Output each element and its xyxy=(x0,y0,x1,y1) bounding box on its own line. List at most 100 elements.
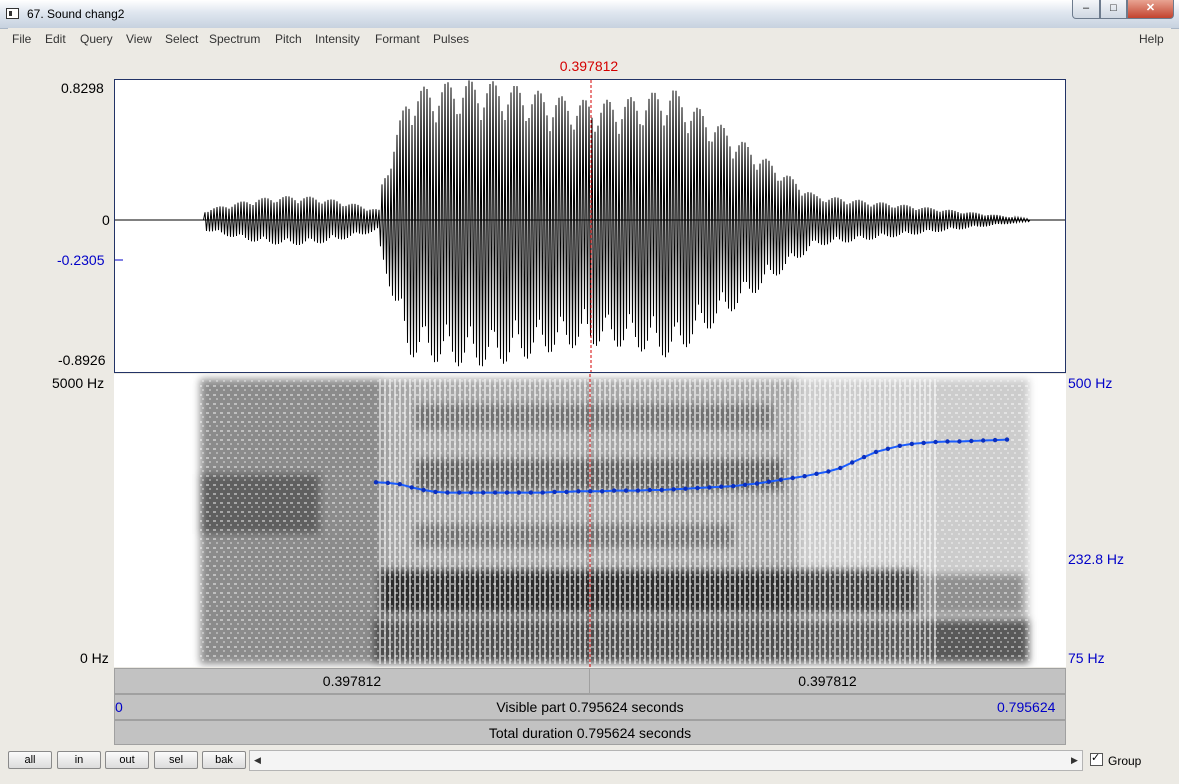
menu-pitch[interactable]: Pitch xyxy=(275,32,302,46)
zoom-out-button[interactable]: out xyxy=(105,751,149,769)
window-title: 67. Sound chang2 xyxy=(27,7,125,21)
pitch-point xyxy=(695,485,700,491)
waveform-svg xyxy=(115,80,1065,372)
pitch-point xyxy=(802,474,807,479)
pitch-point xyxy=(504,490,510,495)
spectrogram-freq-max-label: 5000 Hz xyxy=(52,375,105,391)
pitch-point xyxy=(707,485,712,490)
pitch-point xyxy=(933,439,938,445)
checkbox-checked-icon[interactable] xyxy=(1090,751,1103,766)
pitch-point xyxy=(492,490,498,495)
pitch-min-label: 75 Hz xyxy=(1068,650,1105,666)
pitch-point xyxy=(469,490,474,495)
praat-sound-editor-window: 67. Sound chang2 – □ ✕ File Edit Query V… xyxy=(0,0,1179,784)
pitch-point xyxy=(861,454,867,460)
pitch-point xyxy=(516,490,522,495)
zoom-sel-button[interactable]: sel xyxy=(154,751,198,769)
menu-help[interactable]: Help xyxy=(1139,32,1164,46)
pitch-point xyxy=(552,489,557,495)
pitch-point xyxy=(671,487,676,492)
pitch-point xyxy=(909,441,914,447)
pitch-point xyxy=(373,480,379,485)
pitch-point xyxy=(421,487,426,493)
pitch-point xyxy=(397,482,402,487)
pitch-point xyxy=(873,449,879,455)
time-segment-left[interactable]: 0.397812 xyxy=(114,668,590,694)
spectrogram-panel[interactable] xyxy=(114,374,1066,667)
waveform-y-max-label: 0.8298 xyxy=(61,80,104,96)
waveform-y-cursor-label: -0.2305 xyxy=(57,252,105,268)
scroll-left-icon[interactable]: ◀ xyxy=(250,751,265,770)
time-segment-right[interactable]: 0.397812 xyxy=(589,668,1066,694)
pitch-point xyxy=(385,480,391,486)
menu-spectrum[interactable]: Spectrum xyxy=(209,32,260,46)
menu-pulses[interactable]: Pulses xyxy=(433,32,469,46)
pitch-current-label: 232.8 Hz xyxy=(1068,551,1125,567)
pitch-point xyxy=(731,483,736,489)
pitch-point xyxy=(409,485,414,490)
group-checkbox[interactable]: Group xyxy=(1090,751,1142,768)
menu-formant[interactable]: Formant xyxy=(375,32,420,46)
menu-intensity[interactable]: Intensity xyxy=(315,32,360,46)
pitch-point xyxy=(611,488,617,493)
group-label: Group xyxy=(1108,754,1142,768)
pitch-point xyxy=(766,479,772,484)
waveform-y-min-label: -0.8926 xyxy=(58,352,106,368)
pitch-point xyxy=(992,437,998,443)
pitch-point xyxy=(838,465,843,471)
app-icon xyxy=(6,8,19,19)
pitch-point xyxy=(600,489,605,494)
minimize-button[interactable]: – xyxy=(1072,0,1100,19)
waveform-panel[interactable] xyxy=(114,79,1066,373)
menu-view[interactable]: View xyxy=(126,32,152,46)
time-segment-right-label: 0.397812 xyxy=(798,673,857,689)
pitch-point xyxy=(433,489,438,495)
zoom-back-button[interactable]: bak xyxy=(202,751,246,769)
pitch-point xyxy=(683,486,688,491)
waveform-y-zero-label: 0 xyxy=(102,212,110,228)
pitch-point xyxy=(564,489,569,495)
pitch-point xyxy=(754,481,760,486)
pitch-point xyxy=(623,488,629,493)
pitch-point xyxy=(790,475,795,481)
pitch-point xyxy=(957,439,962,444)
menu-select[interactable]: Select xyxy=(165,32,198,46)
pitch-point xyxy=(897,443,902,448)
visible-part-bar[interactable]: Visible part 0.795624 seconds xyxy=(114,694,1066,720)
pitch-point xyxy=(647,487,652,493)
cursor-time-label: 0.397812 xyxy=(559,58,619,74)
pitch-point xyxy=(885,446,891,451)
close-button[interactable]: ✕ xyxy=(1127,0,1174,19)
pitch-point xyxy=(576,489,581,494)
visible-part-label: Visible part 0.795624 seconds xyxy=(496,699,684,715)
spectrogram-striations xyxy=(379,379,939,664)
pitch-point xyxy=(588,489,593,494)
pitch-point xyxy=(814,471,819,476)
horizontal-scrollbar[interactable]: ◀ ▶ xyxy=(249,750,1083,771)
zoom-all-button[interactable]: all xyxy=(8,751,52,769)
menu-edit[interactable]: Edit xyxy=(45,32,66,46)
pitch-point xyxy=(1004,437,1010,442)
pitch-point xyxy=(742,482,748,487)
pitch-point xyxy=(850,460,855,465)
pitch-point xyxy=(719,484,724,489)
total-duration-bar[interactable]: Total duration 0.795624 seconds xyxy=(114,720,1066,745)
scroll-right-icon[interactable]: ▶ xyxy=(1067,751,1082,770)
pitch-point xyxy=(981,438,986,443)
bottom-toolbar: all in out sel bak ◀ ▶ Group xyxy=(0,745,1179,784)
visible-end-label: 0.795624 xyxy=(997,699,1056,715)
pitch-point xyxy=(540,490,545,495)
time-segment-left-label: 0.397812 xyxy=(322,673,382,689)
spectrogram-freq-min-label: 0 Hz xyxy=(80,650,109,666)
zoom-in-button[interactable]: in xyxy=(57,751,101,769)
menu-query[interactable]: Query xyxy=(80,32,113,46)
menu-file[interactable]: File xyxy=(12,32,31,46)
title-bar[interactable]: 67. Sound chang2 – □ ✕ xyxy=(0,0,1179,29)
pitch-point xyxy=(528,490,533,495)
pitch-point xyxy=(921,440,926,446)
maximize-button[interactable]: □ xyxy=(1100,0,1127,19)
pitch-point xyxy=(659,487,664,493)
pitch-point xyxy=(826,469,831,474)
total-duration-label: Total duration 0.795624 seconds xyxy=(488,725,692,741)
pitch-point xyxy=(945,439,950,444)
